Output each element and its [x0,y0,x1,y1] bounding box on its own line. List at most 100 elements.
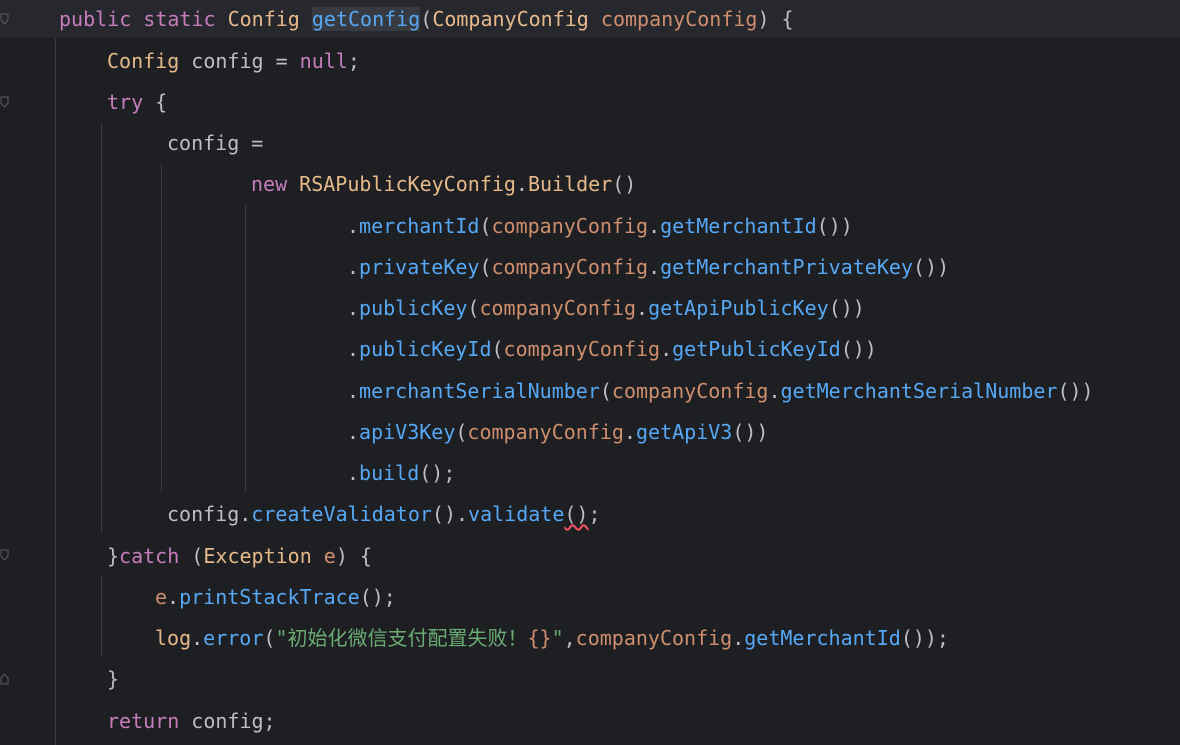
code-line[interactable]: return config; [107,702,276,740]
punctuation: . [768,379,781,403]
punctuation: { [143,90,168,114]
punctuation: ( [179,544,204,568]
code-line[interactable]: .privateKey(companyConfig.getMerchantPri… [347,248,949,286]
method-name: merchantId [359,214,480,238]
method-name: privateKey [359,255,480,279]
code-text: config; [179,709,276,733]
code-line[interactable]: .publicKey(companyConfig.getApiPublicKey… [347,289,865,327]
method-name: build [359,461,420,485]
method-name: error [203,626,264,650]
method-name: getMerchantId [744,626,901,650]
code-line[interactable]: .merchantId(companyConfig.getMerchantId(… [347,207,853,245]
parameter-name: companyConfig [503,337,661,361]
punctuation: . [347,296,360,320]
punctuation: ( [479,255,492,279]
punctuation: . [648,214,661,238]
method-name: publicKeyId [359,337,492,361]
punctuation: ()); [900,626,949,650]
fold-marker-icon[interactable] [0,13,9,25]
punctuation: ; [347,49,360,73]
punctuation: ()) [816,214,853,238]
code-line[interactable]: .build(); [347,454,455,492]
method-name: getApiPublicKey [648,296,829,320]
parameter-name: companyConfig [467,420,624,444]
punctuation: (); [359,585,396,609]
code-line[interactable]: new RSAPublicKeyConfig.Builder() [251,165,636,203]
punctuation: ()) [912,255,950,279]
fold-marker-icon[interactable] [0,96,9,108]
code-text: config = [167,131,264,155]
code-line[interactable]: e.printStackTrace(); [155,578,396,616]
punctuation: . [167,585,180,609]
method-name: publicKey [359,296,468,320]
indent-guide [101,575,102,657]
code-editor[interactable]: public static Config getConfig(CompanyCo… [0,0,1180,745]
method-name: printStackTrace [179,585,360,609]
code-line[interactable]: config.createValidator().validate(); [167,495,601,533]
punctuation: ()) [732,420,769,444]
punctuation: . [347,255,360,279]
punctuation: . [191,626,204,650]
type-name: CompanyConfig [432,7,589,31]
punctuation: . [732,626,745,650]
code-line[interactable]: } [107,660,119,698]
keyword: public [59,7,132,31]
indent-guide [245,205,246,492]
punctuation: ( [467,296,480,320]
code-line[interactable]: Config config = null; [107,42,360,80]
parameter-name: companyConfig [611,379,769,403]
punctuation: (). [431,502,469,526]
punctuation: } [107,667,120,691]
punctuation: . [648,255,661,279]
punctuation: ; [588,502,601,526]
code-line[interactable]: config = [167,124,263,162]
warning-squiggle[interactable]: () [564,502,588,526]
keyword: try [107,90,144,114]
punctuation: ( [491,337,504,361]
code-text: config [167,502,240,526]
method-name: getConfig [311,7,421,31]
punctuation: ) { [757,7,794,31]
method-name: getApiV3 [636,420,733,444]
punctuation: ( [263,626,276,650]
punctuation: ()) [1057,379,1094,403]
code-line[interactable]: public static Config getConfig(CompanyCo… [59,0,794,38]
string-literal: " [551,626,564,650]
punctuation: ()) [840,337,877,361]
punctuation: . [515,172,528,196]
code-line[interactable]: .merchantSerialNumber(companyConfig.getM… [347,372,1094,410]
fold-marker-icon[interactable] [0,549,9,561]
code-line[interactable]: log.error("初始化微信支付配置失败！{}",companyConfig… [155,619,949,657]
parameter-name: companyConfig [491,214,649,238]
code-line[interactable]: .apiV3Key(companyConfig.getApiV3()) [347,413,768,451]
code-line[interactable]: try { [107,83,167,121]
punctuation: . [347,420,360,444]
method-name: getMerchantPrivateKey [660,255,913,279]
string-literal: "初始化微信支付配置失败！ [275,626,528,650]
fold-end-marker-icon[interactable] [0,673,9,685]
punctuation: ( [420,7,433,31]
punctuation: ( [455,420,468,444]
code-line[interactable]: }catch (Exception e) { [107,537,372,575]
keyword: catch [119,544,180,568]
method-name: getPublicKeyId [672,337,841,361]
parameter-name: e [323,544,336,568]
parameter-name: companyConfig [600,7,758,31]
punctuation: (); [419,461,456,485]
punctuation: ()) [828,296,865,320]
method-name: createValidator [251,502,432,526]
punctuation: . [623,420,637,444]
punctuation: . [636,296,649,320]
punctuation: } [107,544,120,568]
punctuation: . [347,379,360,403]
type-name: Builder [527,172,613,196]
punctuation: . [347,461,360,485]
type-name: RSAPublicKeyConfig [299,172,516,196]
punctuation: () [612,172,637,196]
code-line[interactable]: .publicKeyId(companyConfig.getPublicKeyI… [347,330,877,368]
